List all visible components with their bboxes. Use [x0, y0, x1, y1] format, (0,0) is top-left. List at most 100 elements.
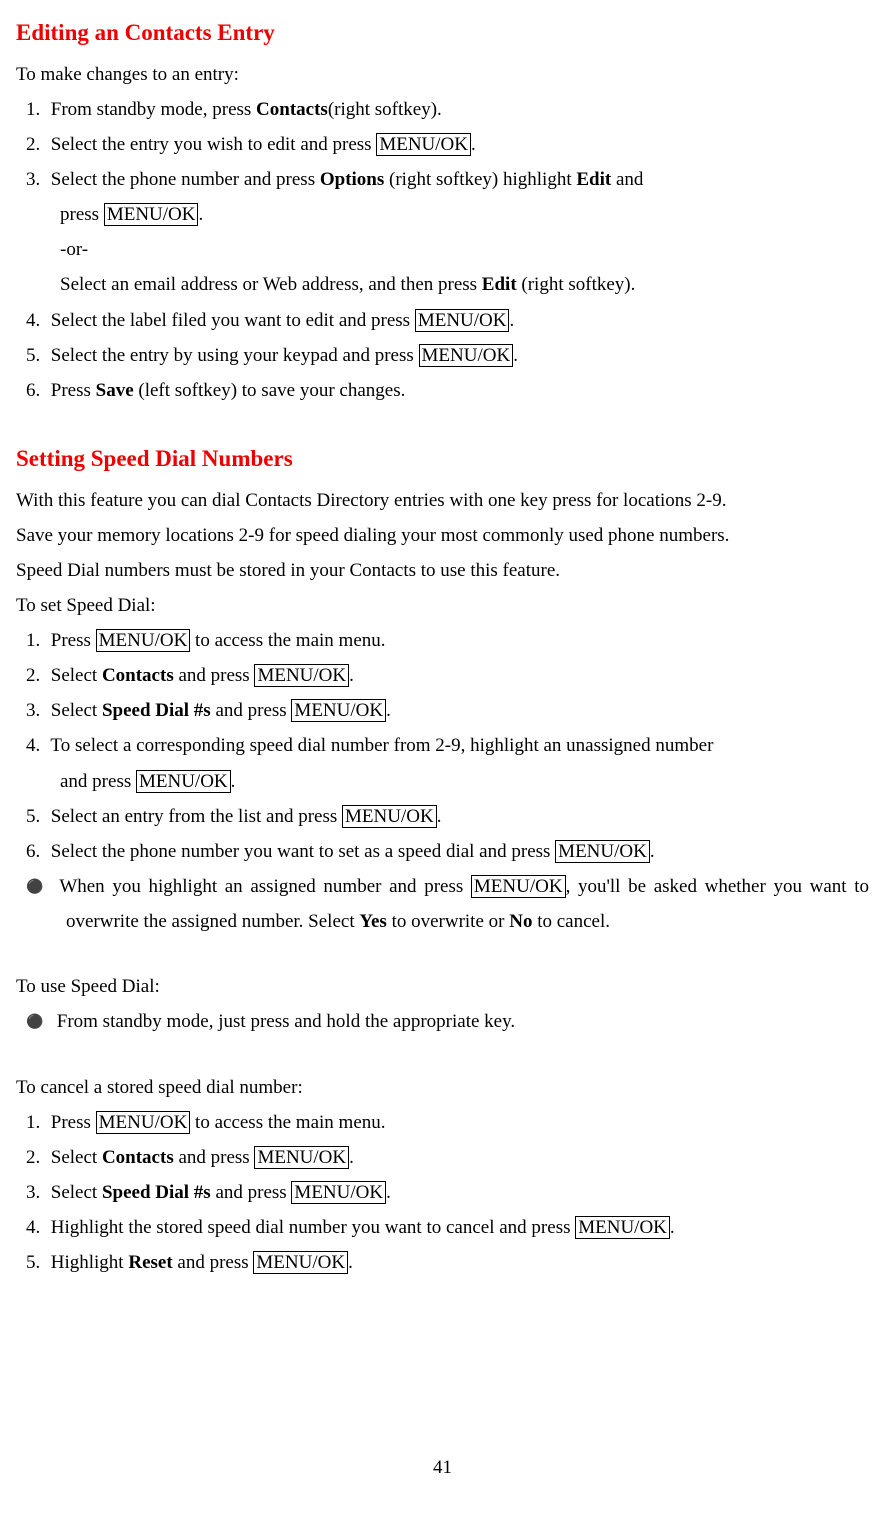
menu-ok-key: MENU/OK [254, 1146, 349, 1169]
menu-ok-key: MENU/OK [291, 699, 386, 722]
step-number: 4. [26, 728, 46, 763]
use-speed-dial-bullet: ⚫ From standby mode, just press and hold… [16, 1004, 869, 1039]
section-title-editing: Editing an Contacts Entry [16, 12, 869, 55]
section2-cancel-steps: 1. Press MENU/OK to access the main menu… [16, 1105, 869, 1281]
bold-no: No [509, 911, 532, 932]
step-text: Select [51, 1182, 102, 1203]
bold-options: Options [320, 169, 384, 190]
step-number: 2. [26, 1140, 46, 1175]
menu-ok-key: MENU/OK [471, 875, 566, 898]
step-text: . [509, 310, 514, 331]
bold-speed-dial: Speed Dial #s [102, 1182, 211, 1203]
step-text: Press [51, 380, 96, 401]
step-number: 2. [26, 658, 46, 693]
step-text: and press [211, 700, 292, 721]
menu-ok-key: MENU/OK [419, 344, 514, 367]
step-text: to access the main menu. [190, 630, 385, 651]
list-item: ⚫ From standby mode, just press and hold… [16, 1004, 869, 1039]
step-text: From standby mode, press [51, 99, 256, 120]
step-number: 5. [26, 799, 46, 834]
list-item: 5. Select an entry from the list and pre… [16, 799, 869, 834]
step-text: . [386, 1182, 391, 1203]
list-item: 4. Select the label filed you want to ed… [16, 303, 869, 338]
section1-steps: 1. From standby mode, press Contacts(rig… [16, 92, 869, 408]
section2-p3: Speed Dial numbers must be stored in you… [16, 553, 869, 588]
section1-intro: To make changes to an entry: [16, 57, 869, 92]
step-text: . [231, 771, 236, 792]
section2-note-bullet: ⚫ When you highlight an assigned number … [16, 869, 869, 939]
bullet-text: to cancel. [532, 911, 610, 932]
step-text: . [349, 665, 354, 686]
step-text: . [471, 134, 476, 155]
step-number: 5. [26, 338, 46, 373]
step-text: Select an entry from the list and press [51, 806, 342, 827]
step-text: Highlight [51, 1252, 129, 1273]
section-title-speed-dial: Setting Speed Dial Numbers [16, 438, 869, 481]
step-text: Select [51, 700, 102, 721]
step-text: Select [51, 1147, 102, 1168]
use-speed-dial-heading: To use Speed Dial: [16, 969, 869, 1004]
step-text: Press [51, 1112, 96, 1133]
step-text: press [60, 204, 104, 225]
step-text: (right softkey). [328, 99, 442, 120]
step-text: . [349, 1147, 354, 1168]
list-item: 2. Select Contacts and press MENU/OK. [16, 1140, 869, 1175]
menu-ok-key: MENU/OK [575, 1216, 670, 1239]
list-item: 4. Highlight the stored speed dial numbe… [16, 1210, 869, 1245]
menu-ok-key: MENU/OK [376, 133, 471, 156]
section2-p1: With this feature you can dial Contacts … [16, 483, 869, 518]
step-text: . [386, 700, 391, 721]
menu-ok-key: MENU/OK [96, 1111, 191, 1134]
step-text: and press [211, 1182, 292, 1203]
step-number: 4. [26, 1210, 46, 1245]
step-number: 3. [26, 693, 46, 728]
list-item: 1. Press MENU/OK to access the main menu… [16, 1105, 869, 1140]
list-item: 2. Select Contacts and press MENU/OK. [16, 658, 869, 693]
bullet-icon: ⚫ [26, 1010, 52, 1036]
menu-ok-key: MENU/OK [96, 629, 191, 652]
list-item: 4. To select a corresponding speed dial … [16, 728, 869, 798]
step-text: and [611, 169, 643, 190]
step-number: 4. [26, 303, 46, 338]
bold-yes: Yes [359, 911, 386, 932]
step-text: . [513, 345, 518, 366]
bullet-icon: ⚫ [26, 875, 52, 901]
step-text: (left softkey) to save your changes. [134, 380, 406, 401]
list-item: 6. Press Save (left softkey) to save you… [16, 373, 869, 408]
list-item: ⚫ When you highlight an assigned number … [16, 869, 869, 939]
step-text: and press [60, 771, 136, 792]
bold-save: Save [96, 380, 134, 401]
step-text: . [670, 1217, 675, 1238]
step-text: and press [173, 1252, 254, 1273]
section2-set-steps: 1. Press MENU/OK to access the main menu… [16, 623, 869, 869]
bold-contacts: Contacts [102, 665, 174, 686]
list-item: 5. Highlight Reset and press MENU/OK. [16, 1245, 869, 1280]
bullet-text: From standby mode, just press and hold t… [57, 1011, 515, 1032]
step-number: 5. [26, 1245, 46, 1280]
step-text: . [198, 204, 203, 225]
step-number: 1. [26, 92, 46, 127]
section2-p2: Save your memory locations 2-9 for speed… [16, 518, 869, 553]
list-item: 5. Select the entry by using your keypad… [16, 338, 869, 373]
step-text: (right softkey). [517, 274, 636, 295]
list-item: 6. Select the phone number you want to s… [16, 834, 869, 869]
menu-ok-key: MENU/OK [291, 1181, 386, 1204]
step-text: Press [51, 630, 96, 651]
list-item: 1. Press MENU/OK to access the main menu… [16, 623, 869, 658]
bold-edit: Edit [576, 169, 611, 190]
bold-reset: Reset [128, 1252, 172, 1273]
step-text: . [348, 1252, 353, 1273]
bold-contacts: Contacts [256, 99, 328, 120]
bold-contacts: Contacts [102, 1147, 174, 1168]
step-text: Select an email address or Web address, … [60, 274, 482, 295]
step-number: 1. [26, 623, 46, 658]
list-item: 3. Select Speed Dial #s and press MENU/O… [16, 1175, 869, 1210]
bold-edit: Edit [482, 274, 517, 295]
step-text: and press [174, 665, 255, 686]
step-text: Select the phone number and press [51, 169, 320, 190]
menu-ok-key: MENU/OK [415, 309, 510, 332]
step-text: Highlight the stored speed dial number y… [51, 1217, 575, 1238]
step-number: 6. [26, 373, 46, 408]
section2-p4: To set Speed Dial: [16, 588, 869, 623]
list-item: 1. From standby mode, press Contacts(rig… [16, 92, 869, 127]
